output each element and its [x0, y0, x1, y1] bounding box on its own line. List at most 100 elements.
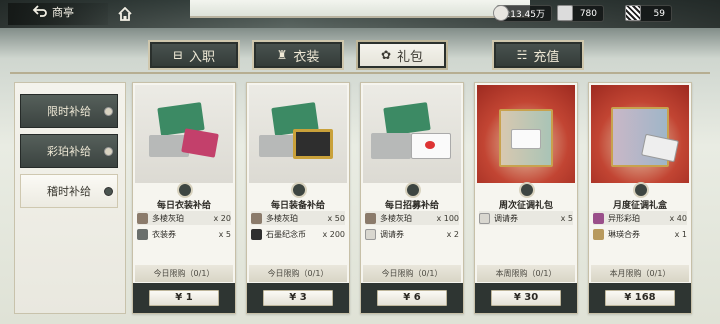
shop-card-weekly-gift[interactable]: 周次征调礼包 调请券 x 5 本周限购（0/1） ¥ 30 — [474, 82, 578, 314]
grey-amber-icon — [137, 212, 148, 224]
buy-button[interactable]: ¥ 168 — [605, 290, 675, 306]
card-title: 每日招募补给 — [384, 201, 439, 211]
side-item-label: 彩珀补给 — [47, 145, 91, 158]
card-image — [591, 85, 689, 183]
side-item-label: 限时补给 — [47, 105, 91, 118]
shop-card-monthly-gift[interactable]: 月度征调礼盒 异形彩珀 x 40 琳瑛合券 x 1 本月限购（0/1） ¥ 16… — [588, 82, 692, 314]
side-dot-icon — [104, 147, 113, 156]
card-item-row: 调请券 x 5 — [479, 211, 573, 225]
green-bundle-icon — [383, 102, 431, 136]
home-icon[interactable] — [118, 7, 132, 21]
item-name: 琳瑛合券 — [608, 229, 640, 239]
card-item-row: 多棱灰珀 x 100 — [365, 211, 459, 225]
card-image — [477, 85, 575, 183]
purchase-limit: 本月限购（0/1） — [591, 265, 689, 282]
card-title: 周次征调礼包 — [498, 201, 553, 211]
item-qty: x 2 — [446, 229, 459, 239]
item-name: 调请券 — [494, 213, 518, 223]
card-emblem-icon — [177, 182, 193, 198]
tab-gift-pack-label: 礼包 — [397, 49, 424, 65]
card-title: 每日衣装补给 — [156, 201, 211, 211]
item-name: 石墨纪念币 — [266, 229, 306, 239]
item-qty: x 40 — [669, 213, 687, 223]
card-item-row: 多棱灰珀 x 50 — [251, 211, 345, 225]
graphite-coin-icon — [251, 228, 262, 240]
resource-ticket-value: 59 — [653, 8, 665, 19]
card-title: 每日装备补给 — [270, 201, 325, 211]
card-item-row: 多棱灰珀 x 20 — [137, 211, 231, 225]
silver-crystal-icon — [259, 135, 295, 157]
card-item-row: 石墨纪念币 x 200 — [251, 227, 345, 241]
recruit-voucher-icon — [365, 228, 376, 240]
item-name: 多棱灰珀 — [266, 213, 298, 223]
item-qty: x 200 — [322, 229, 345, 239]
back-label: 商亭 — [52, 6, 74, 19]
tab-costume-label: 衣装 — [293, 49, 320, 65]
purchase-limit: 本周限购（0/1） — [477, 265, 575, 282]
tab-join-icon: ⊟ — [172, 48, 184, 62]
tab-recharge[interactable]: ☵ 充值 — [492, 40, 584, 70]
costume-voucher-icon — [137, 228, 148, 240]
voucher-icon — [557, 5, 573, 21]
coin-icon — [493, 5, 509, 21]
item-qty: x 5 — [560, 213, 573, 223]
tab-recharge-icon: ☵ — [516, 48, 528, 62]
buy-button[interactable]: ¥ 1 — [149, 290, 219, 306]
resource-coin[interactable]: 213.45万 — [493, 5, 552, 22]
purchase-limit: 今日限购（0/1） — [249, 265, 347, 282]
card-item-row: 异形彩珀 x 40 — [593, 211, 687, 225]
item-name: 多棱灰珀 — [152, 213, 184, 223]
side-item-label: 稽时补给 — [47, 185, 91, 198]
item-qty: x 20 — [213, 213, 231, 223]
item-qty: x 1 — [674, 229, 687, 239]
buy-button[interactable]: ¥ 30 — [491, 290, 561, 306]
item-name: 衣装券 — [152, 229, 176, 239]
ticket-icon — [625, 5, 641, 21]
buy-button[interactable]: ¥ 6 — [377, 290, 447, 306]
exotic-amber-icon — [593, 212, 604, 224]
shop-card-daily-costume[interactable]: 每日衣装补给 多棱灰珀 x 20 衣装券 x 5 今日限购（0/1） ¥ 1 — [132, 82, 236, 314]
card-image — [363, 85, 461, 183]
shop-card-daily-recruit[interactable]: 每日招募补给 多棱灰珀 x 100 调请券 x 2 今日限购（0/1） ¥ 6 — [360, 82, 464, 314]
decorative-banner — [190, 0, 530, 18]
side-dot-icon — [104, 107, 113, 116]
item-qty: x 50 — [327, 213, 345, 223]
card-emblem-icon — [405, 182, 421, 198]
tab-join-label: 入职 — [189, 49, 216, 65]
recruit-voucher-icon — [479, 212, 490, 224]
item-qty: x 5 — [218, 229, 231, 239]
resource-ticket[interactable]: 59 — [625, 5, 672, 22]
side-item-amber-supply[interactable]: 彩珀补给 — [20, 134, 118, 168]
purchase-limit: 今日限购（0/1） — [135, 265, 233, 282]
shop-card-daily-equipment[interactable]: 每日装备补给 多棱灰珀 x 50 石墨纪念币 x 200 今日限购（0/1） ¥… — [246, 82, 350, 314]
tab-recharge-label: 充值 — [533, 49, 560, 65]
tab-costume[interactable]: ♜ 衣装 — [252, 40, 344, 70]
gold-coin-icon — [293, 129, 333, 159]
card-item-row: 琳瑛合券 x 1 — [593, 227, 687, 241]
tab-costume-icon: ♜ — [276, 48, 288, 62]
tab-divider — [10, 72, 710, 74]
tab-gift-pack[interactable]: ✿ 礼包 — [356, 40, 448, 70]
resource-coin-value: 213.45万 — [504, 10, 546, 20]
item-name: 异形彩珀 — [608, 213, 640, 223]
resource-voucher-value: 780 — [579, 8, 597, 19]
grey-amber-icon — [365, 212, 376, 224]
card-item-row: 衣装券 x 5 — [137, 227, 231, 241]
tab-gift-pack-icon: ✿ — [380, 48, 392, 62]
card-image — [135, 85, 233, 183]
buy-button[interactable]: ¥ 3 — [263, 290, 333, 306]
white-envelope-icon — [511, 129, 541, 149]
back-arrow-icon[interactable] — [32, 4, 48, 18]
side-item-limited-supply[interactable]: 限时补给 — [20, 94, 118, 128]
purchase-limit: 今日限购（0/1） — [363, 265, 461, 282]
tab-join[interactable]: ⊟ 入职 — [148, 40, 240, 70]
card-item-row: 调请券 x 2 — [365, 227, 459, 241]
card-emblem-icon — [291, 182, 307, 198]
silver-crystal-icon — [371, 133, 411, 159]
red-seal-icon — [425, 141, 435, 149]
item-qty: x 100 — [436, 213, 459, 223]
grey-amber-icon — [251, 212, 262, 224]
card-emblem-icon — [633, 182, 649, 198]
resource-voucher[interactable]: 780 — [557, 5, 604, 22]
side-item-timely-supply[interactable]: 稽时补给 — [20, 174, 118, 208]
